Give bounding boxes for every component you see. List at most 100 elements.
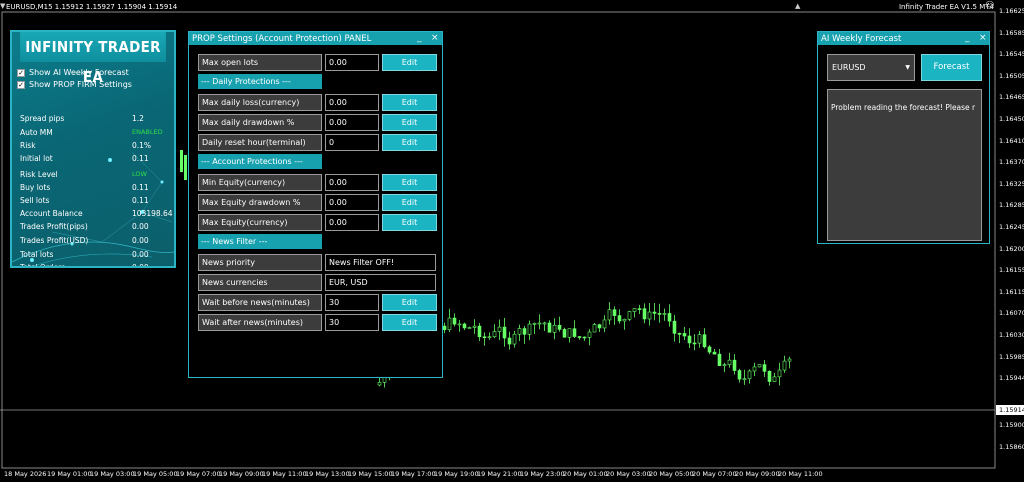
setting-input[interactable]: 0.00 [325,174,379,191]
edit-button[interactable]: Edit [382,174,437,191]
setting-label: Max open lots [198,54,322,71]
stat-row: Spread pips 1.2 [20,114,170,123]
symbol-select[interactable]: EURUSD ▼ [827,54,915,81]
candle-body [752,366,757,372]
forecast-text-area: Problem reading the forecast! Please r [827,89,982,241]
time-tick-label: 19 May 11:00 [262,470,307,478]
setting-row: Max Equity(currency) 0.00 Edit [198,214,438,231]
setting-input[interactable]: 30 [325,314,379,331]
time-tick-label: 20 May 03:00 [606,470,651,478]
close-icon[interactable]: × [979,32,987,44]
candle-body [747,370,752,380]
candle-body [707,346,712,353]
minimize-icon[interactable]: _ [965,32,970,44]
setting-row: Wait after news(minutes) 30 Edit [198,314,438,331]
stat-row: Account Balance 103198.64 [20,209,173,218]
candle-body [180,150,183,172]
candle-body [637,308,642,310]
time-tick-label: 19 May 05:00 [133,470,178,478]
candle-body [722,364,727,366]
price-tick-label: 1.16115 [999,287,1024,296]
stat-value: 0.00 [132,222,149,231]
setting-input[interactable]: 0.00 [325,194,379,211]
ea-name: Infinity Trader EA V1.5 MT4 [898,3,994,11]
candle-body [184,155,187,180]
edit-button[interactable]: Edit [382,314,437,331]
setting-label: Min Equity(currency) [198,174,322,191]
candle-body [547,322,552,333]
setting-input[interactable]: 0.00 [325,214,379,231]
close-icon[interactable]: × [431,32,439,44]
edit-button[interactable]: Edit [382,194,437,211]
checkbox-label: Show PROP FIRM Settings [29,80,132,89]
minimize-icon[interactable]: _ [417,32,422,44]
candle-body [762,364,767,372]
setting-input[interactable]: 0.00 [325,54,379,71]
price-tick-label: 1.15985 [999,352,1024,361]
candle-body [492,331,497,338]
setting-row: Daily reset hour(terminal) 0 Edit [198,134,438,151]
candle-body [782,360,787,371]
checkbox-prop-settings[interactable]: ✓ Show PROP FIRM Settings [17,80,132,89]
candle-body [472,325,477,328]
stat-label: Risk [20,141,36,150]
setting-input[interactable]: 0.00 [325,94,379,111]
edit-button[interactable]: Edit [382,214,437,231]
candle-body [692,342,697,345]
candle-body [742,378,747,381]
stat-row: Sell lots 0.11 [20,196,170,205]
candle-body [647,311,652,320]
stat-row: Initial lot 0.11 [20,154,170,163]
candle-body [682,333,687,337]
price-tick-label: 1.16370 [999,158,1024,167]
stat-row: Trades Profit(USD) 0.00 [20,236,170,245]
candle-body [687,335,692,344]
forecast-button[interactable]: Forecast [921,54,982,81]
time-tick-label: 19 May 07:00 [176,470,221,478]
candle-body [627,311,632,320]
stat-value: ENABLED [132,128,163,136]
price-tick-label: 1.16030 [999,331,1024,339]
candle-body [702,334,707,348]
candle-body [602,319,607,329]
price-tick-label: 1.16070 [999,309,1024,318]
setting-input[interactable]: 0 [325,134,379,151]
setting-row: Wait before news(minutes) 30 Edit [198,294,438,311]
stat-value: LOW [132,170,147,178]
stat-row: Risk 0.1% [20,141,170,150]
prop-title: PROP Settings (Account Protection) PANEL [192,33,372,44]
edit-button[interactable]: Edit [382,94,437,111]
setting-row: Max daily loss(currency) 0.00 Edit [198,94,438,111]
edit-button[interactable]: Edit [382,54,437,71]
time-tick-label: 20 May 09:00 [735,470,780,478]
edit-button[interactable]: Edit [382,134,437,151]
stat-label: Auto MM [20,128,53,137]
candle-body [552,324,557,333]
setting-input[interactable]: EUR, USD [325,274,436,291]
checkbox-icon[interactable]: ✓ [17,80,25,89]
checkbox-ai-forecast[interactable]: ✓ Show AI Weekly Forecast [17,68,129,77]
price-tick-label: 1.16545 [999,50,1024,59]
stat-label: Spread pips [20,114,65,123]
smiley-icon[interactable]: ☺ [985,1,994,11]
edit-button[interactable]: Edit [382,294,437,311]
setting-input[interactable]: News Filter OFF! [325,254,436,271]
stat-label: Trades Profit(pips) [20,222,88,231]
menu-arrow-icon[interactable]: ▼ [0,2,5,10]
candle-body [597,324,602,329]
scroll-up-icon[interactable]: ▲ [795,2,800,10]
stat-value: 1.2 [132,114,144,123]
ai-titlebar[interactable]: AI Weekly Forecast _ × [818,32,989,45]
checkbox-icon[interactable]: ✓ [17,68,25,77]
candle-body [632,308,637,312]
candle-body [587,331,592,338]
setting-row: News priority News Filter OFF! [198,254,438,271]
prop-titlebar[interactable]: PROP Settings (Account Protection) PANEL… [189,32,442,45]
candle-body [487,336,492,339]
setting-input[interactable]: 30 [325,294,379,311]
setting-input[interactable]: 0.00 [325,114,379,131]
edit-button[interactable]: Edit [382,114,437,131]
time-tick-label: 19 May 17:00 [391,470,436,478]
setting-row: Max Equity drawdown % 0.00 Edit [198,194,438,211]
checkbox-label: Show AI Weekly Forecast [29,68,129,77]
